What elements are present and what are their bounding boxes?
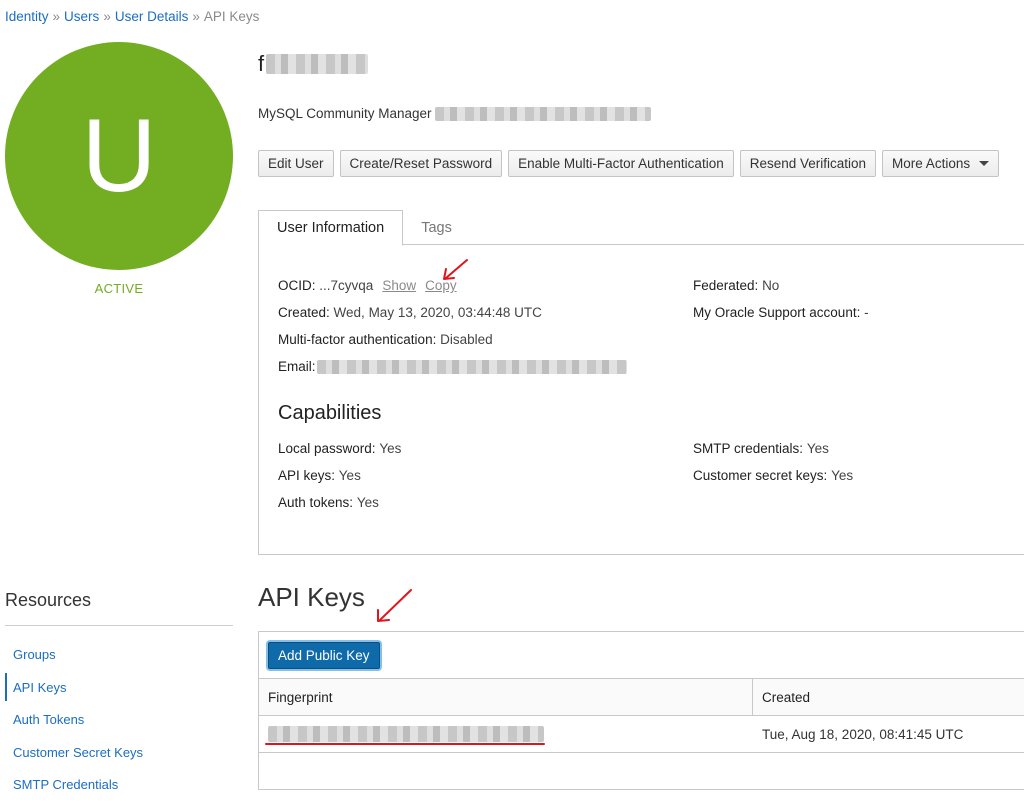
breadcrumb: Identity» Users» User Details» API Keys [5,9,259,24]
ocid-field: OCID: ...7cyvqa Show Copy [278,278,457,293]
tab-bar: User Information Tags [258,210,1024,246]
smtp-capability-label: SMTP credentials: [693,441,804,456]
resource-item-api-keys[interactable]: API Keys [5,673,233,701]
local-password-label: Local password: [278,441,376,456]
tab-tags[interactable]: Tags [403,210,470,246]
federated-label: Federated: [693,278,759,293]
table-row: Tue, Aug 18, 2020, 08:41:45 UTC [259,716,1024,753]
email-label: Email: [278,359,316,374]
breadcrumb-separator: » [103,9,111,24]
ocid-show-link[interactable]: Show [382,278,416,293]
breadcrumb-current: API Keys [203,9,260,24]
resource-item-groups[interactable]: Groups [5,640,233,668]
resources-heading: Resources [5,590,92,610]
more-actions-label: More Actions [892,156,971,171]
ocid-label: OCID: [278,278,316,293]
resource-item-customer-secret-keys[interactable]: Customer Secret Keys [5,738,233,766]
customer-secret-capability-field: Customer secret keys: Yes [693,468,853,483]
mfa-field: Multi-factor authentication: Disabled [278,332,493,347]
caret-down-icon [979,161,990,166]
breadcrumb-separator: » [192,9,200,24]
support-account-value: - [864,305,869,320]
create-reset-password-button[interactable]: Create/Reset Password [339,150,503,177]
api-keys-capability-label: API keys: [278,468,336,483]
resources-divider [5,625,233,626]
action-toolbar: Edit User Create/Reset Password Enable M… [258,150,1000,177]
auth-tokens-capability-field: Auth tokens: Yes [278,495,379,510]
resource-item-smtp-credentials[interactable]: SMTP Credentials [5,770,233,798]
api-keys-panel: Add Public Key Fingerprint Created Tue, … [258,631,1024,790]
resend-verification-button[interactable]: Resend Verification [739,150,877,177]
auth-tokens-capability-value: Yes [356,495,379,510]
capabilities-heading: Capabilities [278,402,382,424]
mfa-value: Disabled [440,332,493,347]
breadcrumb-identity[interactable]: Identity [5,9,49,24]
created-field: Created: Wed, May 13, 2020, 03:44:48 UTC [278,305,542,320]
annotation-arrow-icon [377,589,412,622]
federated-value: No [762,278,780,293]
add-public-key-button[interactable]: Add Public Key [268,642,380,669]
support-account-label: My Oracle Support account: [693,305,861,320]
support-account-field: My Oracle Support account: - [693,305,869,320]
status-badge: ACTIVE [94,281,144,296]
customer-secret-capability-label: Customer secret keys: [693,468,828,483]
resource-item-auth-tokens[interactable]: Auth Tokens [5,705,233,733]
breadcrumb-users[interactable]: Users [64,9,99,24]
federated-field: Federated: No [693,278,779,293]
table-header-row: Fingerprint Created [259,679,1024,716]
local-password-field: Local password: Yes [278,441,401,456]
page-title: f [258,51,369,77]
created-value: Wed, May 13, 2020, 03:44:48 UTC [333,305,542,320]
user-description-text: MySQL Community Manager [258,106,432,121]
annotation-underline [265,743,545,745]
api-keys-heading: API Keys [258,582,365,612]
tab-user-information[interactable]: User Information [258,210,404,246]
customer-secret-capability-value: Yes [831,468,854,483]
avatar: U [5,42,233,270]
created-cell: Tue, Aug 18, 2020, 08:41:45 UTC [762,726,964,742]
breadcrumb-user-details[interactable]: User Details [115,9,189,24]
mfa-label: Multi-factor authentication: [278,332,437,347]
annotation-arrow-icon [443,259,468,280]
redacted-user-name [266,54,369,74]
redacted-description [434,106,651,121]
fingerprint-cell [259,716,753,752]
ocid-value: ...7cyvqa [319,278,374,293]
smtp-capability-field: SMTP credentials: Yes [693,441,829,456]
user-description: MySQL Community Manager [258,106,651,121]
more-actions-button[interactable]: More Actions [882,150,1000,177]
api-keys-capability-value: Yes [338,468,361,483]
user-name-initial: f [258,51,265,76]
column-header-created[interactable]: Created [753,679,810,715]
redacted-fingerprint [268,726,544,742]
enable-mfa-button[interactable]: Enable Multi-Factor Authentication [508,150,734,177]
avatar-letter: U [81,98,157,214]
edit-user-button[interactable]: Edit User [258,150,334,177]
created-label: Created: [278,305,330,320]
redacted-email [316,359,627,374]
email-field: Email: [278,359,627,374]
api-keys-capability-field: API keys: Yes [278,468,361,483]
user-information-panel: OCID: ...7cyvqa Show Copy Created: Wed, … [258,244,1024,555]
column-header-fingerprint[interactable]: Fingerprint [259,679,753,715]
api-keys-table: Fingerprint Created Tue, Aug 18, 2020, 0… [259,678,1024,753]
smtp-capability-value: Yes [806,441,829,456]
local-password-value: Yes [379,441,402,456]
auth-tokens-capability-label: Auth tokens: [278,495,354,510]
breadcrumb-separator: » [52,9,61,24]
